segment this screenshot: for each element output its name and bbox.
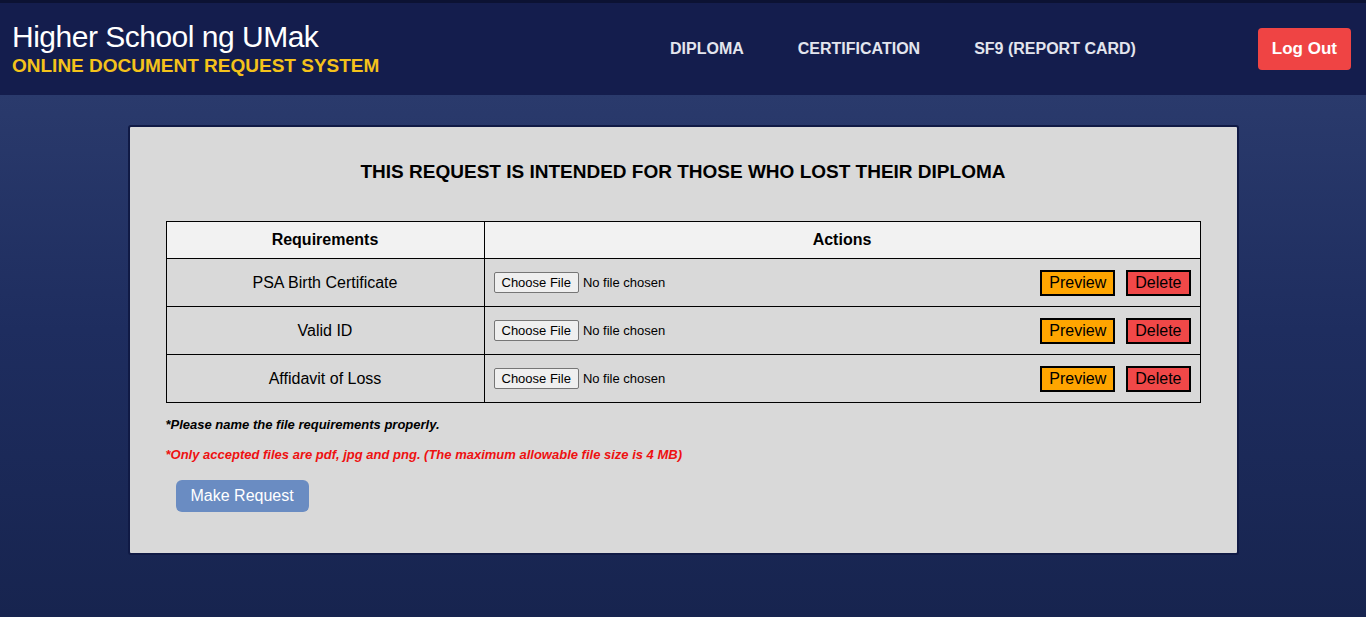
delete-button[interactable]: Delete: [1126, 366, 1190, 392]
request-card: THIS REQUEST IS INTENDED FOR THOSE WHO L…: [128, 125, 1239, 555]
table-row: Valid ID Choose File No file chosen Preview…: [166, 307, 1200, 355]
actions: Choose File No file chosen Preview Delete: [486, 318, 1199, 344]
preview-button[interactable]: Preview: [1040, 270, 1115, 296]
actions: Choose File No file chosen Preview Delete: [486, 366, 1199, 392]
file-status: No file chosen: [583, 371, 1029, 386]
nav-item[interactable]: CERTIFICATION: [798, 40, 920, 58]
site-title: Higher School ng UMak: [12, 20, 532, 54]
site-subtitle: ONLINE DOCUMENT REQUEST SYSTEM: [12, 54, 532, 78]
table-row: Affidavit of Loss Choose File No file chos…: [166, 355, 1200, 403]
nav-item[interactable]: SF9 (REPORT CARD): [974, 40, 1136, 58]
column-header: Actions: [484, 222, 1200, 259]
actions-cell: Choose File No file chosen Preview Delete: [484, 307, 1200, 355]
naming-note: *Please name the file requirements prope…: [166, 417, 1201, 433]
nav-item[interactable]: DIPLOMA: [670, 40, 744, 58]
column-header: Requirements: [166, 222, 484, 259]
table-header: RequirementsActions: [166, 222, 1200, 259]
file-status: No file chosen: [583, 323, 1029, 338]
preview-button[interactable]: Preview: [1040, 318, 1115, 344]
preview-button[interactable]: Preview: [1040, 366, 1115, 392]
make-request-button[interactable]: Make Request: [176, 480, 309, 512]
requirement-cell: Valid ID: [166, 307, 484, 355]
actions-cell: Choose File No file chosen Preview Delete: [484, 355, 1200, 403]
delete-button[interactable]: Delete: [1126, 270, 1190, 296]
logout-button[interactable]: Log Out: [1258, 28, 1351, 70]
choose-file-button[interactable]: Choose File: [494, 320, 579, 341]
table-row: PSA Birth Certificate Choose File No file …: [166, 259, 1200, 307]
choose-file-button[interactable]: Choose File: [494, 368, 579, 389]
file-type-note: *Only accepted files are pdf, jpg and pn…: [166, 447, 1201, 463]
card-title: THIS REQUEST IS INTENDED FOR THOSE WHO L…: [166, 160, 1201, 184]
actions-cell: Choose File No file chosen Preview Delete: [484, 259, 1200, 307]
delete-button[interactable]: Delete: [1126, 318, 1190, 344]
file-status: No file chosen: [583, 275, 1029, 290]
nav-menu: DIPLOMA CERTIFICATION SF9 (REPORT CARD): [670, 40, 1258, 58]
header-bar: Higher School ng UMakONLINE DOCUMENT REQ…: [0, 0, 1366, 95]
choose-file-button[interactable]: Choose File: [494, 272, 579, 293]
main-area: THIS REQUEST IS INTENDED FOR THOSE WHO L…: [0, 95, 1366, 617]
brand: Higher School ng UMakONLINE DOCUMENT REQ…: [12, 20, 532, 78]
requirement-cell: PSA Birth Certificate: [166, 259, 484, 307]
requirement-cell: Affidavit of Loss: [166, 355, 484, 403]
actions: Choose File No file chosen Preview Delete: [486, 270, 1199, 296]
requirements-table: RequirementsActionsPSA Birth Certificate…: [166, 221, 1201, 403]
